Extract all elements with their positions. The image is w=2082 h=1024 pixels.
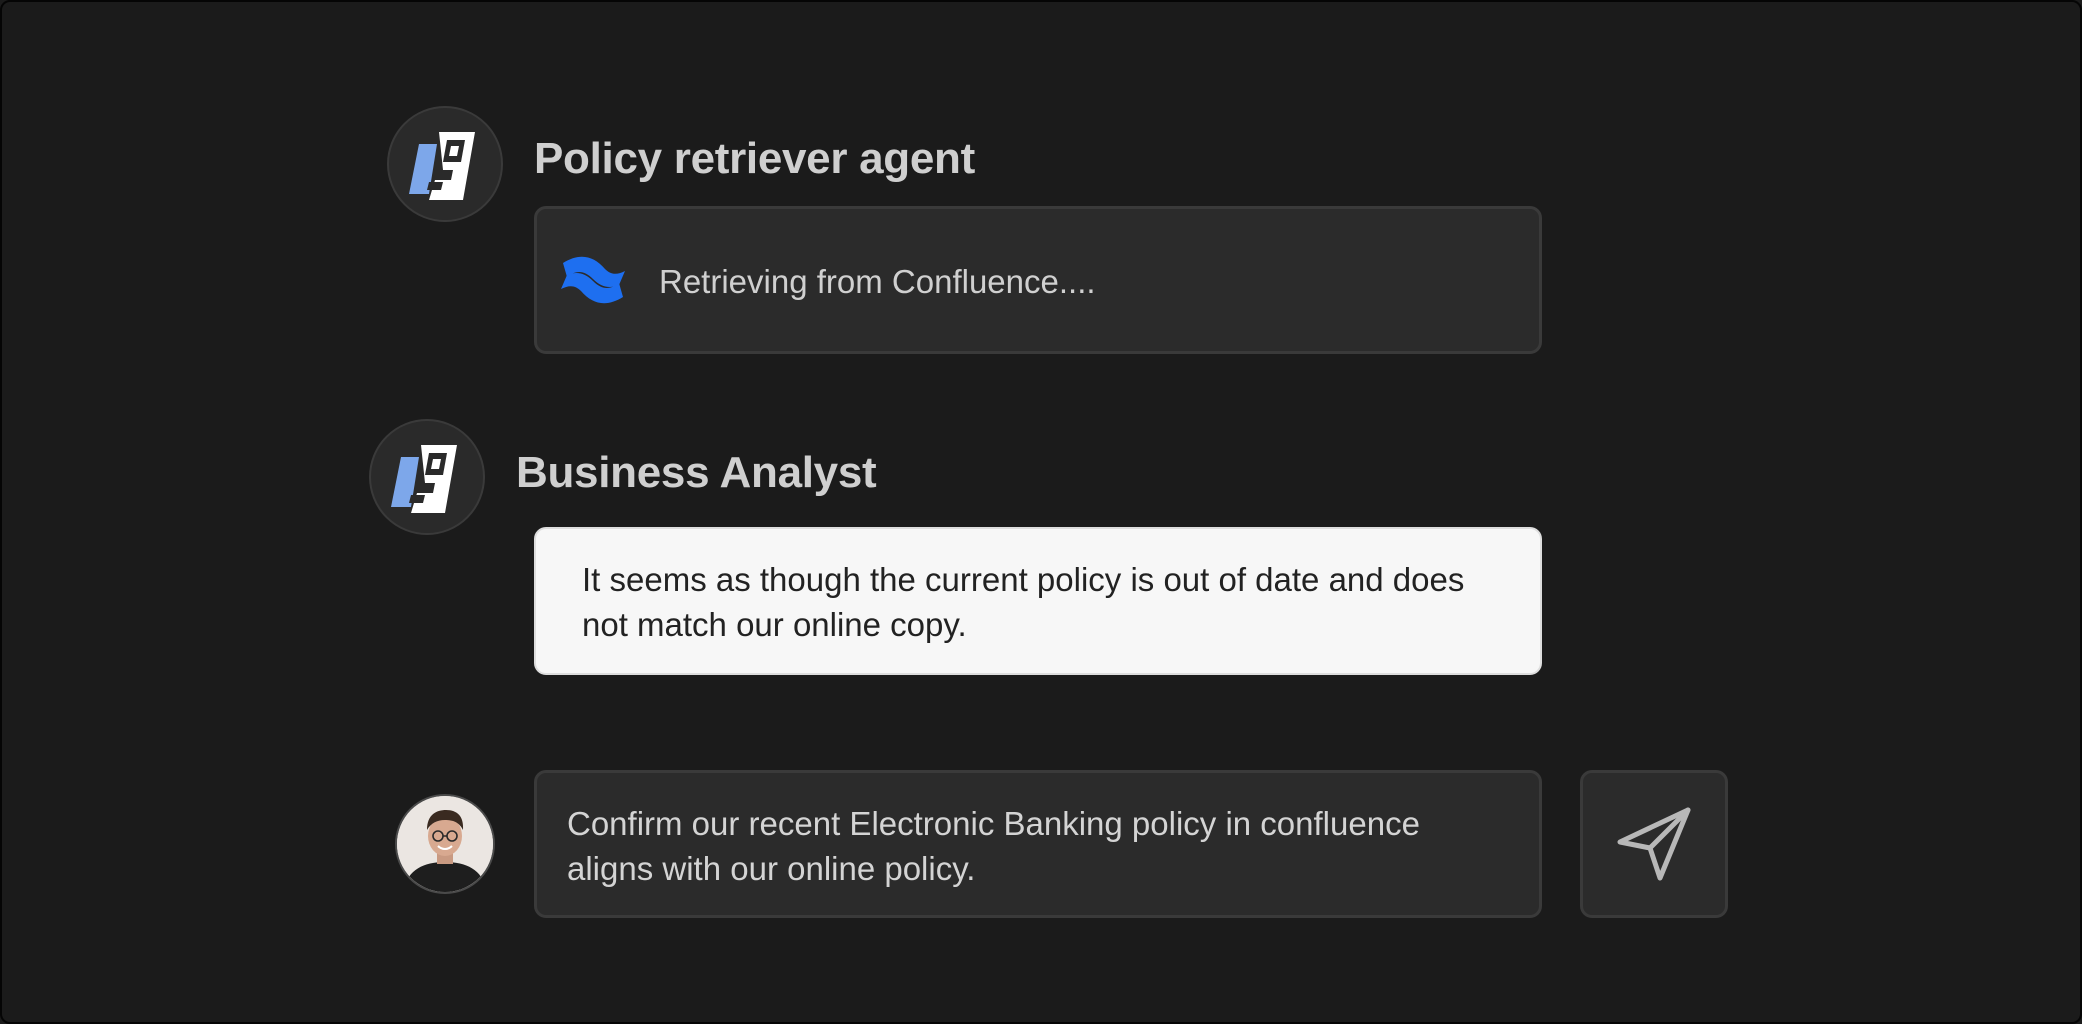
- agent-name-business-analyst: Business Analyst: [516, 448, 877, 497]
- message-input-line1: Confirm our recent Electronic Banking po…: [567, 805, 1420, 842]
- user-avatar-photo: [397, 796, 493, 892]
- send-icon: [1617, 807, 1691, 881]
- message-text-line2: not match our online copy.: [582, 606, 967, 643]
- app-frame: Policy retriever agent Retrieving from C…: [0, 0, 2082, 1024]
- agent-avatar: [369, 419, 485, 535]
- agent-logo-icon: [409, 132, 475, 200]
- agent-logo-icon: [391, 445, 457, 513]
- agent-avatar: [387, 106, 503, 222]
- message-input[interactable]: Confirm our recent Electronic Banking po…: [534, 770, 1542, 918]
- message-input-line2: aligns with our online policy.: [567, 850, 976, 887]
- message-card: It seems as though the current policy is…: [534, 527, 1542, 675]
- message-text-line1: It seems as though the current policy is…: [582, 561, 1465, 598]
- confluence-logo-icon: [561, 256, 625, 304]
- user-avatar: [395, 794, 495, 894]
- agent-name-policy-retriever: Policy retriever agent: [534, 134, 975, 183]
- status-text: Retrieving from Confluence....: [659, 263, 1096, 300]
- send-button[interactable]: [1580, 770, 1728, 918]
- status-card: Retrieving from Confluence....: [534, 206, 1542, 354]
